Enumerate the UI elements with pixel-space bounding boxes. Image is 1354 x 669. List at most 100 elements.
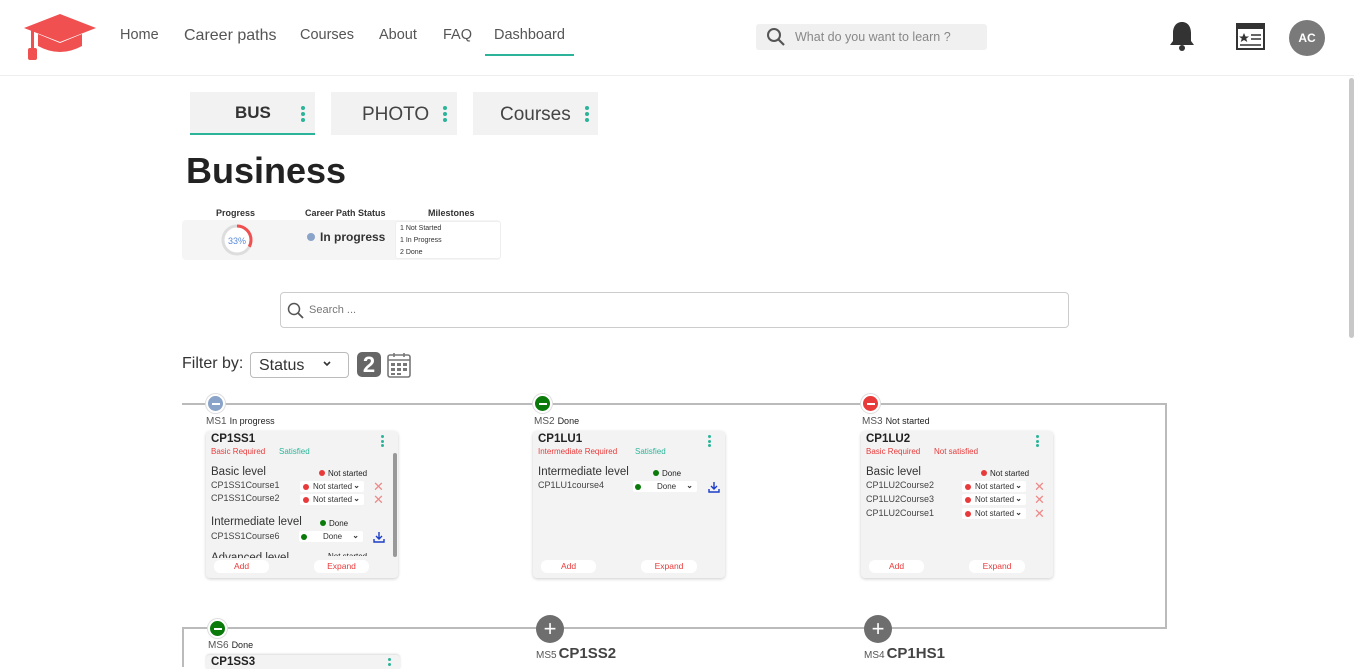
tab-menu-icon[interactable] (443, 106, 447, 124)
card-menu-icon[interactable] (1036, 435, 1039, 449)
milestone-node-ms1[interactable] (206, 394, 225, 413)
newspaper-icon[interactable] (1236, 23, 1265, 55)
chevron-down-icon (323, 361, 331, 367)
progress-heading: Progress (216, 208, 256, 218)
course-status-select[interactable]: Not started ⌄ (962, 494, 1026, 505)
level-name: Basic level (211, 466, 266, 478)
tab-menu-icon[interactable] (585, 106, 589, 124)
page-scrollbar[interactable] (1349, 78, 1354, 338)
course-name: CP1SS1Course2 (211, 493, 280, 503)
career-path-card-cp1ss1: CP1SS1 Basic Required Satisfied Basic le… (206, 431, 398, 578)
add-button[interactable]: Add (541, 560, 596, 573)
timeline-line (1165, 403, 1167, 629)
page-title: Business (186, 150, 347, 191)
level-status: Done (320, 519, 348, 528)
add-button[interactable]: Add (869, 560, 924, 573)
card-menu-icon[interactable] (708, 435, 711, 449)
top-navbar: Home Career paths Courses About FAQ Dash… (0, 0, 1354, 76)
search-icon (767, 28, 785, 46)
milestone-header-ms4: MS4 CP1HS1 (864, 645, 945, 662)
bell-icon[interactable] (1167, 20, 1197, 57)
nav-dashboard[interactable]: Dashboard (494, 27, 565, 43)
course-status-select[interactable]: Not started ⌄ (300, 481, 364, 492)
two-column-view-icon[interactable]: 2 (357, 352, 381, 377)
user-avatar[interactable]: AC (1289, 20, 1325, 56)
milestone-count: 2 Done (400, 249, 423, 256)
add-button[interactable]: Add (214, 560, 269, 573)
graduation-cap-logo-icon[interactable] (22, 12, 98, 62)
filter-status-select[interactable]: Status (250, 352, 349, 378)
card-requirement: Basic Required (211, 447, 266, 456)
card-satisfaction: Satisfied (279, 447, 310, 456)
card-title: CP1SS3 (211, 656, 256, 668)
calendar-view-icon[interactable] (387, 352, 411, 383)
milestone-node-ms3[interactable] (861, 394, 880, 413)
add-milestone-ms5-icon[interactable]: + (536, 615, 564, 643)
career-path-card-cp1lu2: CP1LU2 Basic Required Not satisfied Basi… (861, 431, 1053, 578)
download-icon[interactable] (708, 481, 720, 493)
remove-course-icon[interactable]: ✕ (373, 493, 384, 506)
card-scrollbar[interactable] (393, 453, 397, 557)
card-menu-icon[interactable] (388, 658, 391, 667)
level-status: Done (653, 469, 681, 478)
nav-career-paths[interactable]: Career paths (184, 27, 277, 45)
status-heading: Career Path Status (305, 208, 386, 218)
timeline-line (182, 403, 1167, 405)
filter-label: Filter by: (182, 355, 244, 372)
course-name: CP1SS1Course1 (211, 480, 280, 490)
milestone-node-ms6[interactable] (208, 619, 227, 638)
card-requirement: Basic Required (866, 447, 921, 456)
remove-course-icon[interactable]: ✕ (1034, 493, 1045, 506)
course-status-select[interactable]: Not started ⌄ (962, 481, 1026, 492)
card-requirement: Intermediate Required (538, 447, 618, 456)
milestones-heading: Milestones (428, 208, 475, 218)
level-status: Not started (328, 552, 367, 556)
download-icon[interactable] (373, 531, 385, 543)
expand-button[interactable]: Expand (641, 560, 697, 573)
course-status-select[interactable]: Not started ⌄ (962, 508, 1026, 519)
milestone-header-ms5: MS5 CP1SS2 (536, 645, 617, 662)
nav-about[interactable]: About (379, 27, 417, 43)
tab-courses[interactable]: Courses (473, 92, 598, 135)
nav-faq[interactable]: FAQ (443, 27, 472, 43)
milestone-node-ms2[interactable] (533, 394, 552, 413)
timeline-line (182, 627, 1167, 629)
milestones-summary: 1 Not Started 1 In Progress 2 Done (395, 221, 501, 259)
card-menu-icon[interactable] (381, 435, 384, 449)
milestone-header-ms3: MS3 Not started (862, 416, 930, 427)
tab-menu-icon[interactable] (301, 106, 305, 124)
nav-courses[interactable]: Courses (300, 27, 354, 43)
level-name: Advanced level (211, 552, 289, 558)
tab-label: BUS (235, 103, 271, 122)
course-status-select[interactable]: Not started ⌄ (300, 494, 364, 505)
level-name: Intermediate level (538, 466, 629, 478)
course-name: CP1LU1course4 (538, 480, 605, 490)
level-status: Not started (981, 469, 1029, 478)
search-placeholder: Search ... (309, 304, 357, 316)
top-search-input[interactable]: What do you want to learn ? (756, 24, 987, 50)
filter-value: Status (259, 357, 305, 374)
course-name: CP1LU2Course2 (866, 480, 935, 490)
course-status-select[interactable]: Done ⌄ (633, 481, 697, 492)
remove-course-icon[interactable]: ✕ (1034, 480, 1045, 493)
card-title: CP1LU2 (866, 433, 911, 445)
tab-photo[interactable]: PHOTO (331, 92, 457, 135)
milestone-header-ms6: MS6 Done (208, 640, 254, 651)
tab-label: Courses (500, 104, 571, 125)
nav-home[interactable]: Home (120, 27, 159, 43)
progress-value: 33% (227, 236, 246, 246)
search-input[interactable]: Search ... (280, 292, 1069, 328)
expand-button[interactable]: Expand (314, 560, 369, 573)
add-milestone-ms4-icon[interactable]: + (864, 615, 892, 643)
card-satisfaction: Satisfied (635, 447, 666, 456)
course-name: CP1SS1Course6 (211, 531, 280, 541)
tab-bus[interactable]: BUS (190, 92, 315, 135)
remove-course-icon[interactable]: ✕ (373, 480, 384, 493)
course-status-select[interactable]: Done ⌄ (299, 531, 363, 542)
top-search-placeholder: What do you want to learn ? (795, 30, 951, 44)
timeline-line (182, 627, 184, 667)
course-name: CP1LU2Course1 (866, 508, 935, 518)
expand-button[interactable]: Expand (969, 560, 1025, 573)
remove-course-icon[interactable]: ✕ (1034, 507, 1045, 520)
milestone-count: 1 In Progress (400, 237, 442, 244)
